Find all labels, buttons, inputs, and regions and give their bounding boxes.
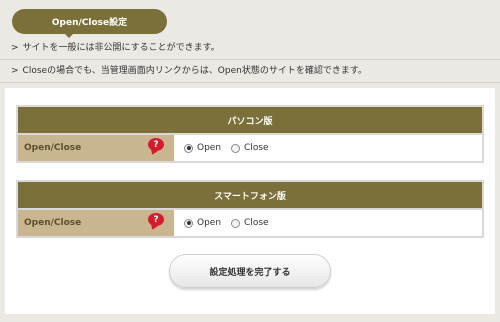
section-pc: パソコン版 Open/Close ? Open Close <box>16 105 484 163</box>
radio-open[interactable]: Open <box>184 143 221 153</box>
row-label-text: Open/Close <box>24 218 82 228</box>
section-heading: パソコン版 <box>18 107 482 133</box>
radio-close[interactable]: Close <box>231 143 269 153</box>
help-icon[interactable]: ? <box>148 213 164 226</box>
radio-close[interactable]: Close <box>231 218 269 228</box>
section-smartphone: スマートフォン版 Open/Close ? Open Close <box>16 180 484 238</box>
row-label-text: Open/Close <box>24 143 82 153</box>
notice-1-text: サイトを一般には非公開にすることができます。 <box>22 43 220 53</box>
chevron-right-icon: > <box>11 66 19 76</box>
setting-row: Open/Close ? Open Close <box>18 135 482 161</box>
radio-open[interactable]: Open <box>184 218 221 228</box>
row-label: Open/Close ? <box>18 210 174 236</box>
radio-button[interactable] <box>184 218 193 228</box>
settings-panel: パソコン版 Open/Close ? Open Close スマートフォン版 O… <box>5 88 495 314</box>
radio-button[interactable] <box>231 218 241 228</box>
section-heading: スマートフォン版 <box>18 182 482 208</box>
setting-row: Open/Close ? Open Close <box>18 210 482 236</box>
notice-1: > サイトを一般には非公開にすることができます。 <box>0 42 500 54</box>
radio-button[interactable] <box>184 143 193 153</box>
chevron-right-icon: > <box>11 43 19 53</box>
title-pointer <box>64 33 74 38</box>
help-icon[interactable]: ? <box>148 138 164 151</box>
notice-2-text: Closeの場合でも、当管理画面内リンクからは、Open状態のサイトを確認できま… <box>22 66 367 76</box>
radio-group: Open Close <box>174 135 482 161</box>
page-title: Open/Close設定 <box>12 9 167 34</box>
divider <box>0 82 500 83</box>
radio-label: Close <box>244 218 269 228</box>
divider <box>0 59 500 60</box>
radio-label: Close <box>244 143 269 153</box>
radio-group: Open Close <box>174 210 482 236</box>
notice-2: > Closeの場合でも、当管理画面内リンクからは、Open状態のサイトを確認でき… <box>0 65 500 77</box>
submit-button[interactable]: 設定処理を完了する <box>169 254 331 288</box>
radio-label: Open <box>197 143 222 153</box>
page-title-text: Open/Close設定 <box>51 18 128 28</box>
radio-label: Open <box>197 218 222 228</box>
radio-button[interactable] <box>231 143 241 153</box>
row-label: Open/Close ? <box>18 135 174 161</box>
